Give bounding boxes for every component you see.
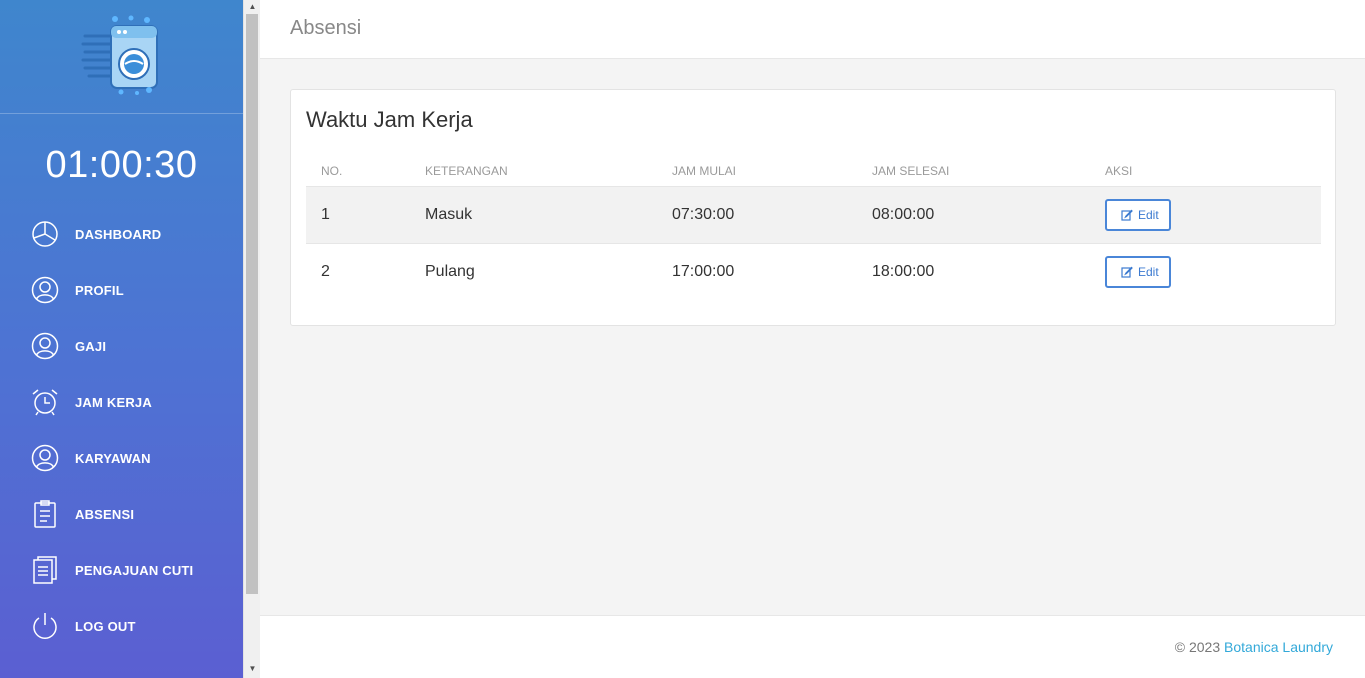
cell-keterangan: Masuk [410,185,657,243]
work-hours-card: Waktu Jam Kerja NO. KETERANGAN JAM MULAI… [290,89,1336,326]
sidebar-item-gaji[interactable]: GAJI [0,318,243,374]
edit-button[interactable]: Edit [1105,198,1171,231]
sidebar-item-karyawan[interactable]: KARYAWAN [0,430,243,486]
sidebar: 01:00:30 DASHBOARD PROFIL GAJI JAM KERJA [0,0,243,678]
document-icon [30,555,60,585]
power-icon [30,611,60,641]
table-header-row: NO. KETERANGAN JAM MULAI JAM SELESAI AKS… [306,157,1321,186]
cell-keterangan: Pulang [410,242,657,300]
scroll-up-arrow-icon[interactable]: ▲ [244,0,261,14]
sidebar-item-label: PENGAJUAN CUTI [75,562,194,578]
sidebar-item-profil[interactable]: PROFIL [0,262,243,318]
card-title: Waktu Jam Kerja [306,107,473,132]
clipboard-icon [30,499,60,529]
user-circle-icon [30,443,60,473]
cell-no: 2 [306,242,410,300]
edit-button-label: Edit [1138,264,1159,279]
footer-copyright: © 2023 Botanica Laundry [1175,639,1333,655]
top-bar: Absensi [260,0,1365,59]
column-header-jam-selesai: JAM SELESAI [872,164,950,179]
sidebar-item-absensi[interactable]: ABSENSI [0,486,243,542]
column-header-aksi: AKSI [1105,164,1133,179]
brand-link[interactable]: Botanica Laundry [1224,639,1333,655]
cell-jam-mulai: 17:00:00 [657,242,857,300]
sidebar-item-logout[interactable]: LOG OUT [0,598,243,654]
main-content: Absensi Waktu Jam Kerja NO. KETERANGAN J… [260,0,1365,678]
column-header-no: NO. [321,164,343,179]
sidebar-item-label: KARYAWAN [75,450,151,466]
sidebar-item-label: JAM KERJA [75,394,152,410]
column-header-jam-mulai: JAM MULAI [672,164,737,179]
sidebar-item-jam-kerja[interactable]: JAM KERJA [0,374,243,430]
work-hours-table: NO. KETERANGAN JAM MULAI JAM SELESAI AKS… [306,157,1321,300]
table-row: 2 Pulang 17:00:00 18:00:00 Edit [306,242,1321,300]
user-circle-icon [30,275,60,305]
cell-aksi: Edit [1090,242,1321,300]
sidebar-menu: DASHBOARD PROFIL GAJI JAM KERJA KARYAWAN [0,206,243,654]
page-title: Absensi [290,17,362,39]
cell-jam-selesai: 18:00:00 [857,242,1090,300]
user-circle-icon [30,331,60,361]
edit-icon [1121,209,1133,221]
footer: © 2023 Botanica Laundry [260,615,1365,678]
sidebar-item-label: ABSENSI [75,506,135,522]
edit-button-label: Edit [1138,207,1159,222]
table-row: 1 Masuk 07:30:00 08:00:00 Edit [306,185,1321,243]
pie-chart-icon [30,219,60,249]
column-header-keterangan: KETERANGAN [425,164,508,179]
alarm-clock-icon [30,387,60,417]
washing-machine-logo-icon [81,15,158,95]
scrollbar-thumb[interactable] [246,14,258,594]
cell-aksi: Edit [1090,185,1321,243]
sidebar-item-label: GAJI [75,338,107,354]
edit-button[interactable]: Edit [1105,255,1171,288]
sidebar-item-dashboard[interactable]: DASHBOARD [0,206,243,262]
sidebar-scrollbar[interactable]: ▲ ▼ [243,0,260,678]
logo-area [0,0,243,114]
sidebar-item-label: DASHBOARD [75,226,162,242]
copyright-text: © 2023 [1174,639,1221,655]
cell-jam-selesai: 08:00:00 [857,185,1090,243]
sidebar-item-label: PROFIL [75,282,124,298]
sidebar-clock: 01:00:30 [45,144,198,186]
cell-no: 1 [306,185,410,243]
edit-icon [1121,266,1133,278]
scroll-down-arrow-icon[interactable]: ▼ [244,662,261,676]
sidebar-item-label: LOG OUT [75,618,136,634]
sidebar-item-pengajuan-cuti[interactable]: PENGAJUAN CUTI [0,542,243,598]
cell-jam-mulai: 07:30:00 [657,185,857,243]
